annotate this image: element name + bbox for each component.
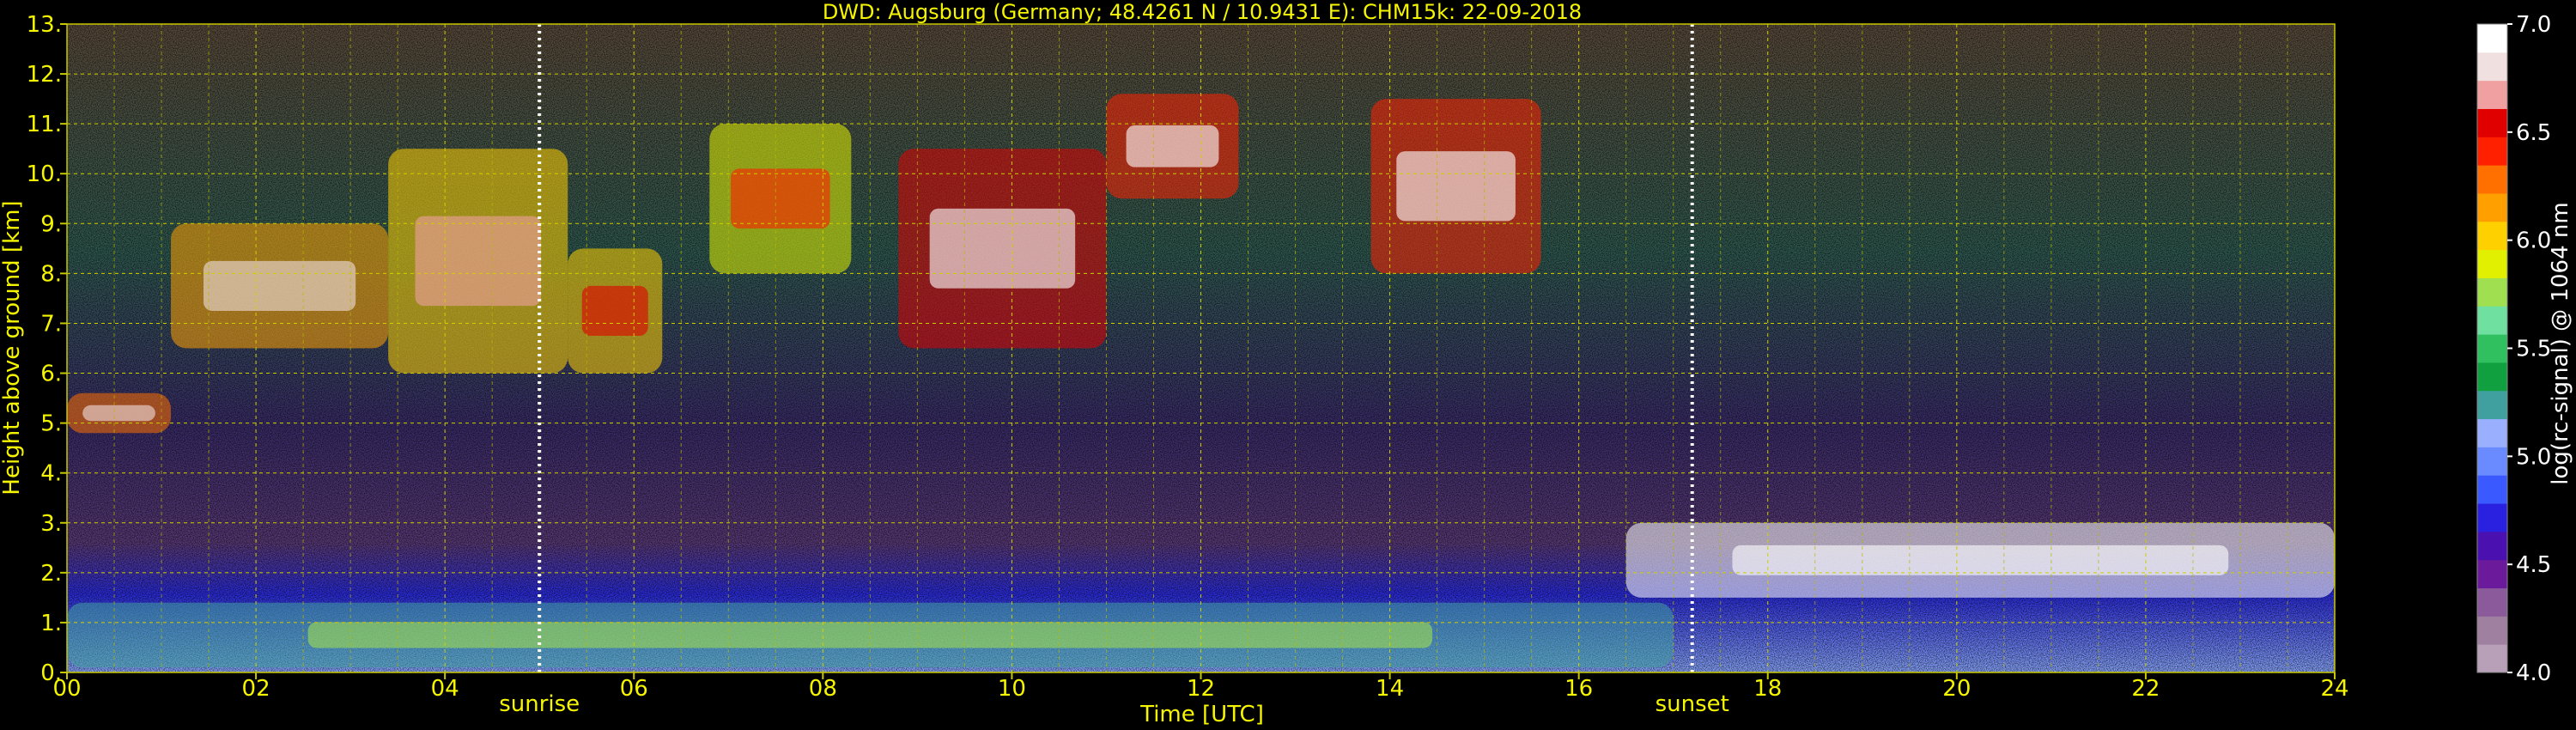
sunrise-label: sunrise <box>499 691 580 717</box>
y-tick-label: 8. <box>40 261 62 287</box>
y-tick-label: 4. <box>40 461 62 487</box>
sunset-label: sunset <box>1656 691 1729 717</box>
colorbar-segment <box>2477 390 2507 420</box>
colorbar-tick-label: 4.5 <box>2516 552 2551 578</box>
colorbar-segment <box>2477 475 2507 504</box>
colorbar-segment <box>2477 616 2507 645</box>
colorbar-tick-label: 6.5 <box>2516 120 2551 146</box>
colorbar-tick-label: 6.0 <box>2516 228 2551 254</box>
x-tick-label: 20 <box>1942 676 1971 702</box>
feature-core-7 <box>1396 151 1516 222</box>
feature-core-4 <box>731 168 830 229</box>
x-tick-label: 06 <box>620 676 648 702</box>
y-tick-label: 9. <box>40 211 62 237</box>
colorbar-tick-label: 4.0 <box>2516 660 2551 686</box>
feature-core-3 <box>581 285 648 336</box>
y-tick-label: 3. <box>40 511 62 537</box>
feature-core-8 <box>1732 544 2229 575</box>
colorbar-segment <box>2477 165 2507 194</box>
feature-core-0 <box>82 405 155 422</box>
colorbar-segment <box>2477 334 2507 363</box>
y-tick-label: 6. <box>40 362 62 387</box>
colorbar-segment <box>2477 137 2507 166</box>
colorbar-segment <box>2477 249 2507 278</box>
y-tick-label: 13. <box>27 12 62 38</box>
colorbar-segment <box>2477 503 2507 532</box>
colorbar-segment <box>2477 80 2507 109</box>
colorbar-tick-label: 5.0 <box>2516 444 2551 470</box>
y-tick-label: 11. <box>27 112 62 137</box>
x-tick-label: 04 <box>431 676 459 702</box>
x-tick-label: 18 <box>1753 676 1782 702</box>
x-tick-label: 12 <box>1187 676 1215 702</box>
colorbar-segment <box>2477 559 2507 589</box>
y-tick-label: 7. <box>40 311 62 337</box>
colorbar-label: log(rc-signal) @ 1064 nm <box>2548 202 2573 484</box>
feature-core-6 <box>1126 125 1219 167</box>
ceilometer-chart: sunrise sunset 00 02 04 06 08 10 12 14 16 18 20 22 24… <box>0 0 2573 727</box>
y-tick-label: 10. <box>27 161 62 187</box>
x-tick-label: 22 <box>2131 676 2160 702</box>
x-tick-label: 24 <box>2320 676 2348 702</box>
colorbar-segment <box>2477 192 2507 222</box>
x-tick-label: 10 <box>998 676 1026 702</box>
colorbar-segment <box>2477 531 2507 561</box>
colorbar-segment <box>2477 644 2507 673</box>
x-tick-label: 14 <box>1376 676 1404 702</box>
y-tick-label: 5. <box>40 411 62 437</box>
x-tick-label: 08 <box>809 676 837 702</box>
colorbar-segment <box>2477 277 2507 307</box>
colorbar-segment <box>2477 447 2507 476</box>
x-tick-label: 02 <box>242 676 270 702</box>
feature-core-1 <box>204 260 356 311</box>
y-tick-label: 0. <box>40 660 62 686</box>
y-tick-label: 12. <box>27 62 62 88</box>
colorbar-segment <box>2477 306 2507 335</box>
feature-core-2 <box>415 216 541 307</box>
colorbar-segment <box>2477 108 2507 137</box>
colorbar-segment <box>2477 587 2507 617</box>
x-tick-label: 16 <box>1564 676 1593 702</box>
y-axis-ticks: 0. 1. 2. 3. 4. 5. 6. 7. 8. 9. 10. 11. 12. 13. <box>27 12 67 686</box>
colorbar-segment <box>2477 362 2507 392</box>
x-axis-label: Time [UTC] <box>1139 702 1264 727</box>
y-tick-label: 2. <box>40 561 62 587</box>
colorbar-segment <box>2477 24 2507 53</box>
chart-title: DWD: Augsburg (Germany; 48.4261 N / 10.9… <box>823 0 1582 24</box>
x-axis-ticks: 00 02 04 06 08 10 12 14 16 18 20 22 24 <box>52 672 2349 702</box>
colorbar-segment <box>2477 418 2507 447</box>
colorbar-segment <box>2477 221 2507 251</box>
y-tick-label: 1. <box>40 611 62 636</box>
y-axis-label: Height above ground [km] <box>0 200 25 495</box>
colorbar-tick-label: 5.5 <box>2516 337 2551 362</box>
colorbar-segment <box>2477 52 2507 82</box>
colorbar-tick-label: 7.0 <box>2516 12 2551 38</box>
colorbar: 4.0 4.5 5.0 5.5 6.0 6.5 7.0 <box>2476 12 2551 686</box>
feature-core-5 <box>929 208 1076 289</box>
